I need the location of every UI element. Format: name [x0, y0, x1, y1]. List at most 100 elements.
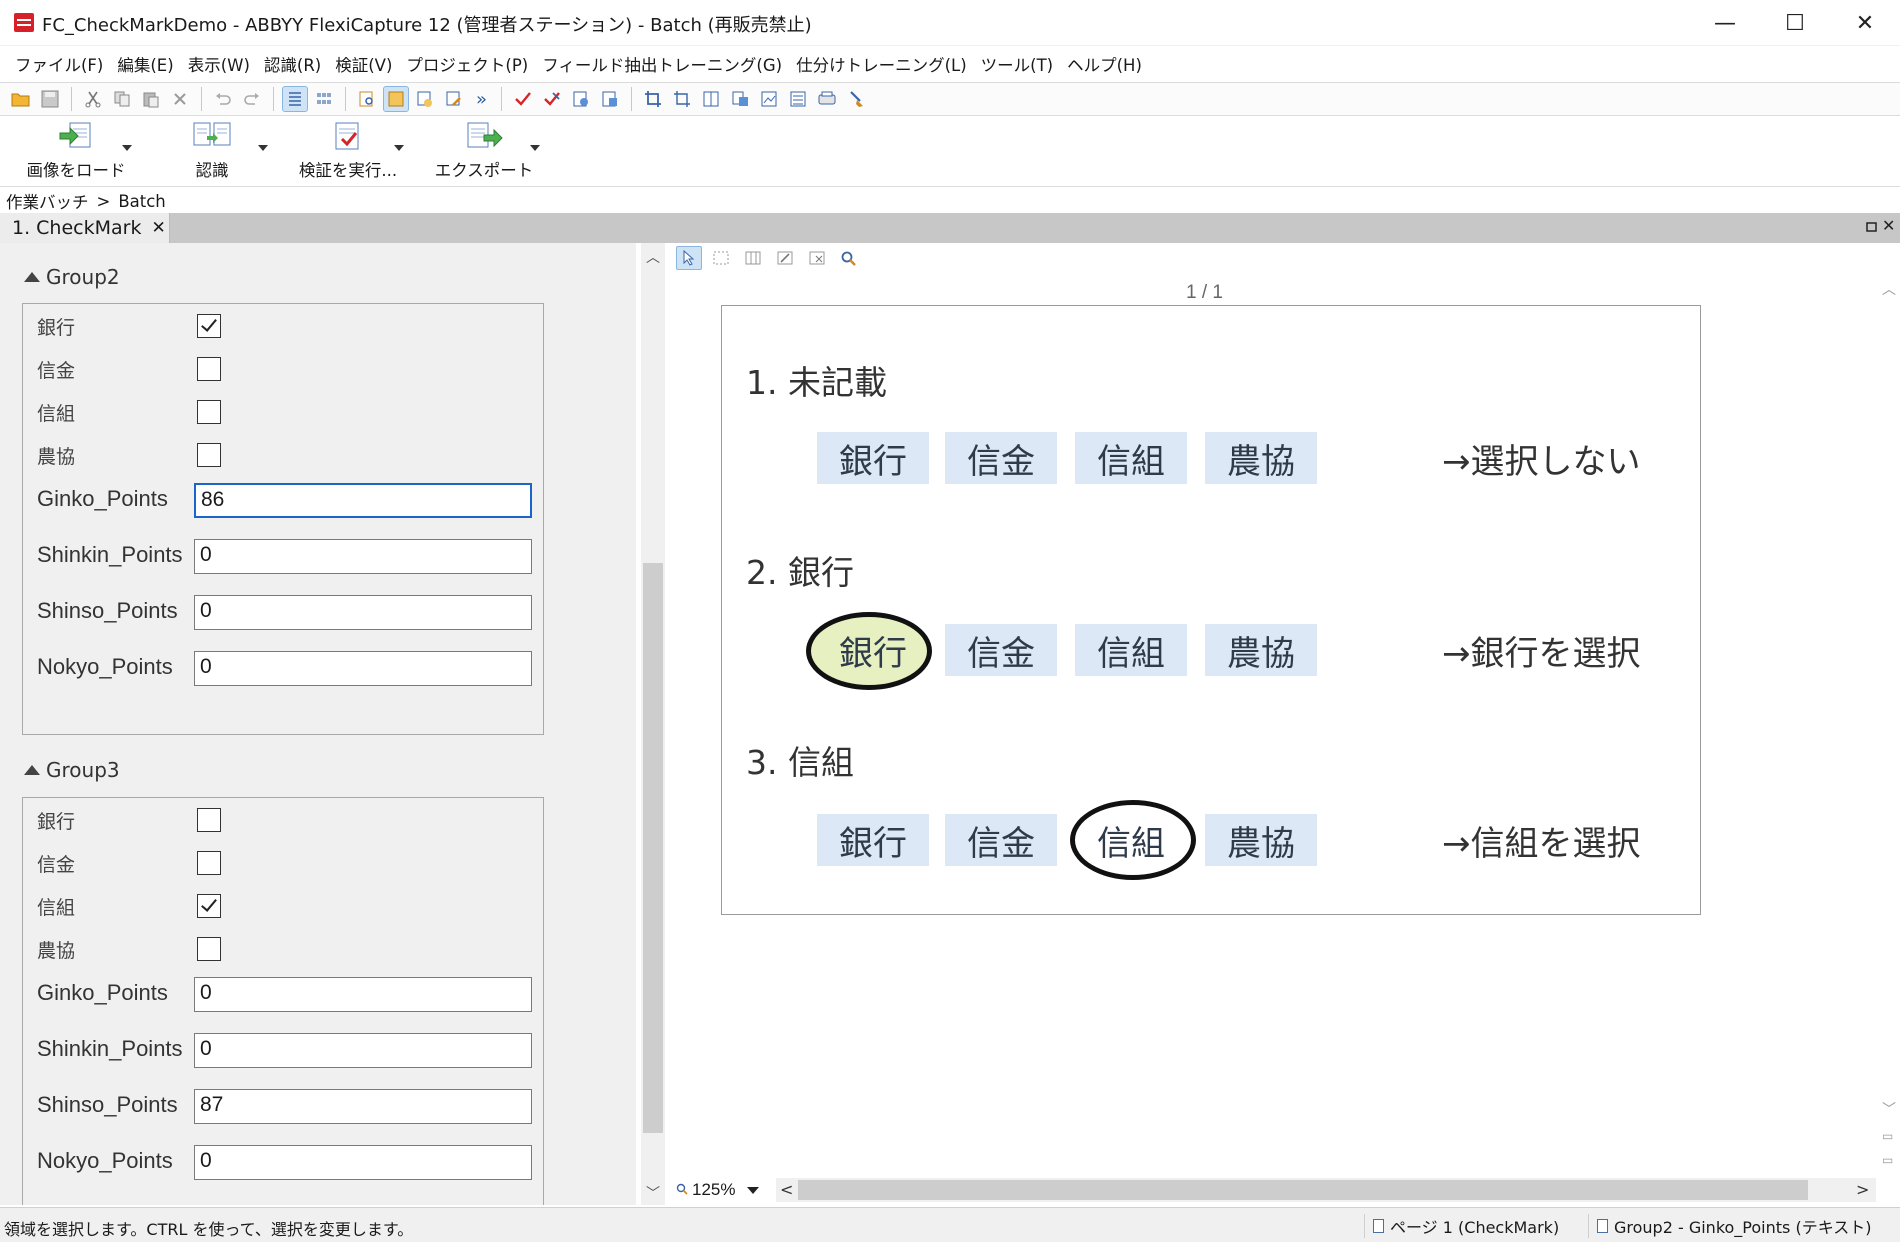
image-edit-icon[interactable] [756, 86, 782, 112]
menu-field-training[interactable]: フィールド抽出トレーニング(G) [535, 52, 789, 76]
split-page-icon[interactable] [698, 86, 724, 112]
image-preview-icon[interactable] [354, 86, 380, 112]
viewer-vertical-scrollbar[interactable]: ︿ ﹀ ▭ ▭ [1876, 273, 1900, 1173]
checkbox-nokyo[interactable] [197, 937, 221, 961]
menu-help[interactable]: ヘルプ(H) [1060, 52, 1149, 76]
chevron-down-icon[interactable] [530, 145, 540, 151]
verify-button[interactable]: 検証を実行... [292, 117, 428, 187]
paste-icon[interactable] [138, 86, 164, 112]
shinso-points-input[interactable]: 87 [194, 1089, 532, 1124]
chevron-down-icon[interactable] [258, 145, 268, 151]
scrollbar-thumb[interactable] [643, 563, 663, 1133]
minimize-button[interactable]: — [1690, 0, 1760, 46]
open-folder-icon[interactable] [8, 86, 34, 112]
checkbox-ginko[interactable] [197, 808, 221, 832]
batch-window-icon[interactable] [412, 86, 438, 112]
option-chip-shinso: 信組 [1097, 823, 1165, 864]
ginko-points-input[interactable]: 0 [194, 977, 532, 1012]
pointer-tool-icon[interactable] [676, 246, 702, 270]
recognize-button[interactable]: 認識 [156, 117, 292, 187]
shinso-points-input[interactable]: 0 [194, 595, 532, 630]
copy-icon[interactable] [109, 86, 135, 112]
nokyo-points-input[interactable]: 0 [194, 651, 532, 686]
collapse-triangle-icon[interactable] [24, 272, 40, 282]
collapse-triangle-icon[interactable] [24, 765, 40, 775]
close-pane-icon[interactable]: ✕ [1882, 216, 1895, 235]
scrollbar-thumb[interactable] [798, 1180, 1808, 1200]
form-scrollbar[interactable]: ︿ ﹀ [641, 243, 665, 1205]
cleanup-icon[interactable] [843, 86, 869, 112]
menu-recognize[interactable]: 認識(R) [257, 52, 328, 76]
ginko-points-input[interactable]: 86 [194, 483, 532, 518]
menu-view[interactable]: 表示(W) [181, 52, 257, 76]
nokyo-points-input[interactable]: 0 [194, 1145, 532, 1180]
table-region-icon[interactable] [740, 246, 766, 270]
delete-icon[interactable] [167, 86, 193, 112]
document-page-image[interactable]: 1. 未記載 銀行 信金 信組 農協 →選択しない 2. 銀行 銀行 信金 信組… [721, 305, 1701, 915]
chevron-down-icon[interactable] [394, 145, 404, 151]
field-row: Shinso_Points 87 [23, 1085, 543, 1125]
group2-header[interactable]: Group2 [24, 265, 120, 289]
chevron-down-icon[interactable] [122, 145, 132, 151]
menu-classification-training[interactable]: 仕分けトレーニング(L) [789, 52, 974, 76]
document-window-icon[interactable] [383, 86, 409, 112]
checkbox-shinso[interactable] [197, 894, 221, 918]
scroll-up-icon[interactable]: ︿ [1882, 279, 1896, 299]
recognize-icon [193, 122, 231, 146]
cut-icon[interactable] [80, 86, 106, 112]
menu-tools[interactable]: ツール(T) [974, 52, 1060, 76]
shinkin-points-input[interactable]: 0 [194, 1033, 532, 1068]
split-handle-icon[interactable]: ▭ [1882, 1129, 1893, 1143]
restore-pane-icon[interactable] [1866, 219, 1878, 237]
viewer-horizontal-scrollbar[interactable]: < > [776, 1178, 1876, 1202]
scroll-down-icon[interactable]: ﹀ [1882, 1099, 1896, 1119]
image-enhance-icon[interactable] [785, 86, 811, 112]
edit-region-icon[interactable] [772, 246, 798, 270]
recognize-batch-icon[interactable] [597, 86, 623, 112]
toolbar-overflow-button[interactable]: » [470, 89, 493, 110]
crop-rotate-icon[interactable] [669, 86, 695, 112]
text-layer-icon[interactable] [727, 86, 753, 112]
scroll-right-icon[interactable]: > [1856, 1180, 1869, 1199]
undo-icon[interactable] [210, 86, 236, 112]
scroll-down-icon[interactable]: ﹀ [646, 1183, 660, 1203]
checkbox-nokyo[interactable] [197, 443, 221, 467]
properties-window-icon[interactable] [441, 86, 467, 112]
breadcrumb-current[interactable]: Batch [118, 192, 165, 211]
zoom-control[interactable]: 125% [666, 1175, 776, 1205]
close-tab-icon[interactable]: ✕ [151, 218, 165, 238]
shinkin-points-input[interactable]: 0 [194, 539, 532, 574]
scroll-left-icon[interactable]: < [780, 1180, 793, 1199]
verify-check-icon[interactable] [510, 86, 536, 112]
scan-icon[interactable] [814, 86, 840, 112]
verify-next-icon[interactable] [539, 86, 565, 112]
recognize-page-icon[interactable] [568, 86, 594, 112]
zoom-tool-icon[interactable] [836, 246, 862, 270]
menu-edit[interactable]: 編集(E) [110, 52, 180, 76]
chevron-down-icon[interactable] [747, 1186, 760, 1194]
delete-region-icon[interactable] [804, 246, 830, 270]
group3-header[interactable]: Group3 [24, 758, 120, 782]
redo-icon[interactable] [239, 86, 265, 112]
checkbox-ginko[interactable] [197, 314, 221, 338]
save-icon[interactable] [37, 86, 63, 112]
scroll-up-icon[interactable]: ︿ [646, 247, 660, 267]
split-handle-icon[interactable]: ▭ [1882, 1153, 1893, 1167]
select-region-icon[interactable] [708, 246, 734, 270]
checkbox-shinso[interactable] [197, 400, 221, 424]
load-images-button[interactable]: 画像をロード [20, 117, 156, 187]
menu-project[interactable]: プロジェクト(P) [399, 52, 535, 76]
breadcrumb-root[interactable]: 作業バッチ [6, 189, 89, 213]
list-view-icon[interactable] [282, 86, 308, 112]
maximize-button[interactable]: ☐ [1760, 0, 1830, 46]
export-button[interactable]: エクスポート [428, 117, 564, 187]
menu-verify[interactable]: 検証(V) [328, 52, 399, 76]
checkbox-shinkin[interactable] [197, 357, 221, 381]
status-page-text: ページ 1 (CheckMark) [1390, 1218, 1560, 1237]
tab-checkmark[interactable]: 1. CheckMark ✕ [0, 213, 170, 243]
checkbox-shinkin[interactable] [197, 851, 221, 875]
thumbnail-view-icon[interactable] [311, 86, 337, 112]
menu-file[interactable]: ファイル(F) [8, 52, 110, 76]
crop-icon[interactable] [640, 86, 666, 112]
close-window-button[interactable]: ✕ [1830, 0, 1900, 46]
